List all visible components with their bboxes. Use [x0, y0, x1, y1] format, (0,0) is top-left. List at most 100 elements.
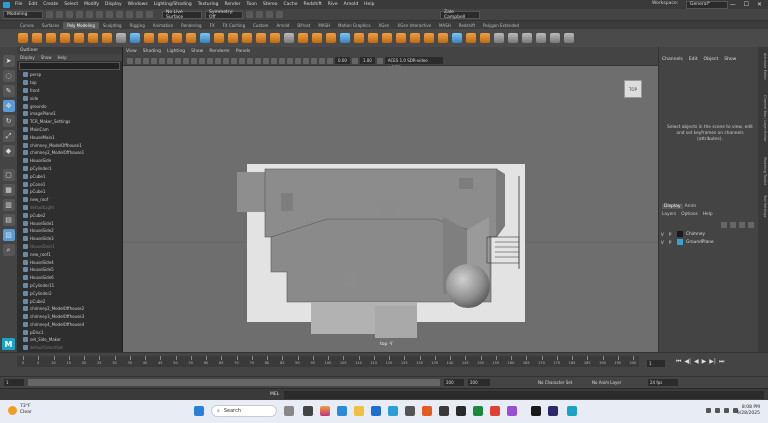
render-icon[interactable]	[246, 11, 253, 18]
select-hierarchy-icon[interactable]	[96, 11, 103, 18]
menu-item-stereo[interactable]: Stereo	[260, 2, 281, 7]
insert-edge-loop-icon[interactable]	[312, 33, 322, 43]
help-menu[interactable]: Help	[703, 212, 713, 217]
safe-action-icon[interactable]	[199, 57, 205, 64]
xray-joints-icon[interactable]	[311, 57, 317, 64]
field-chart-icon[interactable]	[191, 57, 197, 64]
bevel-icon[interactable]	[242, 33, 252, 43]
menu-item-help[interactable]: Help	[361, 2, 377, 7]
range-bar[interactable]	[28, 379, 440, 386]
open-scene-icon[interactable]	[56, 11, 63, 18]
outliner-item[interactable]: persp	[17, 71, 122, 79]
textured-icon[interactable]	[239, 57, 245, 64]
taskbar-search[interactable]: ⌕ Search	[211, 405, 277, 417]
lasso-tool-icon[interactable]: ◌	[2, 70, 15, 82]
store-icon[interactable]	[388, 406, 398, 416]
viewport-menu-view[interactable]: View	[126, 49, 137, 54]
outliner-item[interactable]: front	[17, 87, 122, 95]
extract-icon[interactable]	[396, 33, 406, 43]
poly-torus-icon[interactable]	[74, 33, 84, 43]
menu-item-redshift[interactable]: Redshift	[301, 2, 325, 7]
film-gate-icon[interactable]	[167, 57, 173, 64]
viewport-menu-show[interactable]: Show	[191, 49, 203, 54]
go-to-start-button[interactable]: ⏮	[676, 358, 681, 366]
outliner-item[interactable]: HouseSide1	[17, 219, 122, 227]
outliner-item[interactable]: HouseSide6	[17, 274, 122, 282]
viewport-menu-lighting[interactable]: Lighting	[167, 49, 185, 54]
gate-mask-icon[interactable]	[183, 57, 189, 64]
menu-item-display[interactable]: Display	[102, 2, 125, 7]
isolate-select-icon[interactable]	[295, 57, 301, 64]
outliner-item[interactable]: pCylinder2	[17, 289, 122, 297]
snap-curve-icon[interactable]	[136, 11, 143, 18]
circularize-icon[interactable]	[438, 33, 448, 43]
layers-menu[interactable]: Layers	[662, 212, 676, 217]
layer-row[interactable]: V P GroundPlane	[661, 238, 757, 246]
two-pane-side-icon[interactable]: ▥	[2, 199, 15, 211]
outliner-item[interactable]: pDisc1	[17, 328, 122, 336]
outliner-menu-show[interactable]: Show	[41, 54, 52, 61]
outliner-item[interactable]: pCylinder1	[17, 165, 122, 173]
weather-widget[interactable]: 73°F Clear	[8, 404, 32, 416]
menu-item-lighting-shading[interactable]: Lighting/Shading	[151, 2, 195, 7]
layer-visibility-toggle[interactable]: V	[661, 232, 666, 237]
menu-item-modify[interactable]: Modify	[81, 2, 102, 7]
layer-visibility-toggle[interactable]: V	[661, 240, 666, 245]
move-layer-down-icon[interactable]	[730, 222, 736, 228]
outliner-item[interactable]: HouseSide	[17, 157, 122, 165]
append-icon[interactable]	[270, 33, 280, 43]
shelf-tab-fx[interactable]: FX	[206, 22, 219, 29]
play-backward-button[interactable]: ◀	[694, 358, 699, 366]
app-icon[interactable]	[507, 406, 517, 416]
exposure-field[interactable]: 0.00	[335, 57, 350, 64]
outliner-item[interactable]: side	[17, 94, 122, 102]
xray-icon[interactable]	[303, 57, 309, 64]
new-layer-icon[interactable]	[739, 222, 745, 228]
shelf-tab-surfaces[interactable]: Surfaces	[38, 22, 63, 29]
menu-item-create[interactable]: Create	[40, 2, 61, 7]
bridge-icon[interactable]	[228, 33, 238, 43]
chevron-up-icon[interactable]	[706, 408, 711, 413]
menu-set-dropdown[interactable]: Modeling	[3, 10, 43, 19]
close-button[interactable]: ✕	[757, 1, 762, 8]
shelf-tab-sculpting[interactable]: Sculpting	[99, 22, 126, 29]
bookmark-icon[interactable]	[143, 57, 149, 64]
outliner-item[interactable]: chimney2_ModelOffhouse2	[17, 305, 122, 313]
paint-select-icon[interactable]: ✎	[2, 85, 15, 97]
collapse-icon[interactable]	[368, 33, 378, 43]
shadows-icon[interactable]	[255, 57, 261, 64]
fps-dropdown[interactable]: 24 fps	[648, 379, 678, 386]
minimize-button[interactable]: —	[730, 1, 736, 8]
merge-icon[interactable]	[354, 33, 364, 43]
shelf-tab-curves[interactable]: Curves	[16, 22, 38, 29]
save-scene-icon[interactable]	[66, 11, 73, 18]
combine-icon[interactable]	[144, 33, 154, 43]
outliner-menu-display[interactable]: Display	[20, 54, 35, 61]
menu-item-cache[interactable]: Cache	[281, 2, 301, 7]
chrome-icon[interactable]	[473, 406, 483, 416]
wifi-icon[interactable]	[715, 408, 720, 413]
outliner-item[interactable]: pCube1	[17, 188, 122, 196]
outliner-item[interactable]: groundo	[17, 102, 122, 110]
side-tab-modeling-toolkit[interactable]: Modeling Toolkit	[759, 157, 767, 185]
menu-item-toon[interactable]: Toon	[244, 2, 260, 7]
safe-title-icon[interactable]	[207, 57, 213, 64]
tab-anim[interactable]: Anim	[685, 204, 697, 209]
app-icon[interactable]	[439, 406, 449, 416]
motion-blur-icon[interactable]	[271, 57, 277, 64]
menu-item-arnold[interactable]: Arnold	[341, 2, 362, 7]
delete-history-icon[interactable]	[564, 33, 574, 43]
shelf-tab-mash[interactable]: MASH	[314, 22, 334, 29]
shelf-tab-redshift[interactable]: Redshift	[455, 22, 479, 29]
gamma-field[interactable]: 1.00	[359, 57, 375, 64]
shelf-tab-animation[interactable]: Animation	[149, 22, 177, 29]
app-icon[interactable]	[405, 406, 415, 416]
side-tab-tool-settings[interactable]: Tool Settings	[759, 195, 767, 217]
edge-icon[interactable]	[337, 406, 347, 416]
character-set-dropdown[interactable]: No Character Set	[536, 379, 584, 386]
time-ruler[interactable]: 0 5 10 15 20 25 30 35 40 45 50 55 60 65 70 75 80 85 90 95 10…	[17, 356, 639, 367]
platonic-icon[interactable]	[116, 33, 126, 43]
menu-item-texturing[interactable]: Texturing	[195, 2, 222, 7]
poly-cube-icon[interactable]	[32, 33, 42, 43]
outliner-item[interactable]: defaultLight	[17, 204, 122, 212]
